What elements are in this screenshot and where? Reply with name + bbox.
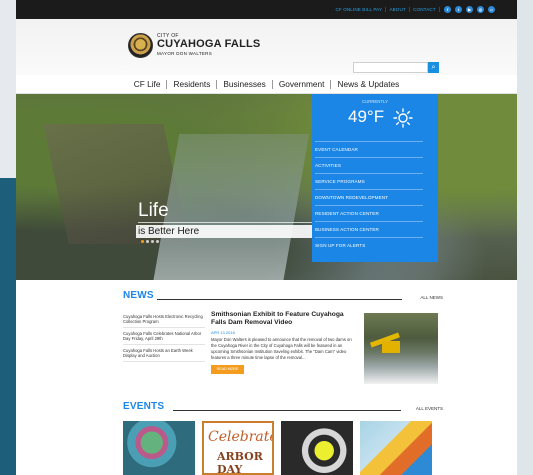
featured-news: Smithsonian Exhibit to Feature Cuyahoga … <box>211 311 356 374</box>
city-seal-icon <box>128 33 153 58</box>
nav-item-businesses[interactable]: Businesses <box>217 79 273 89</box>
logo-text: CITY OF CUYAHOGA FALLS MAYOR DON WALTERS <box>157 34 260 57</box>
featured-news-body: Mayor Don Walters is pleased to announce… <box>211 337 352 360</box>
slide-indicator <box>141 240 159 243</box>
youtube-icon[interactable]: ▶ <box>466 6 473 13</box>
news-item[interactable]: Cuyahoga Falls Hosts an Earth Week Displ… <box>123 345 205 362</box>
city-logo[interactable]: CITY OF CUYAHOGA FALLS MAYOR DON WALTERS <box>128 33 260 58</box>
main-nav: CF Life Residents Businesses Government … <box>16 75 517 94</box>
featured-news-image[interactable] <box>364 313 438 384</box>
featured-news-date: APR 13 2016 <box>211 330 235 335</box>
contact-link[interactable]: CONTACT <box>413 7 436 12</box>
weather-label: CURRENTLY <box>362 99 388 104</box>
separator: | <box>438 6 440 13</box>
news-item[interactable]: Cuyahoga Falls Celebrates National Arbor… <box>123 328 205 345</box>
twitter-icon[interactable]: t <box>455 6 462 13</box>
events-rule <box>173 410 401 411</box>
nav-item-residents[interactable]: Residents <box>167 79 218 89</box>
header: CITY OF CUYAHOGA FALLS MAYOR DON WALTERS… <box>16 19 517 75</box>
all-events-link[interactable]: ALL EVENTS <box>416 406 443 411</box>
hero-divider <box>138 222 322 223</box>
events-row: Celebrate ARBOR DAY <box>123 421 432 475</box>
news-list: Cuyahoga Falls Hosts Electronic Recyclin… <box>123 311 205 362</box>
hero-tagline: is Better Here <box>136 225 322 238</box>
event-thumbnail-arbor-day[interactable]: Celebrate ARBOR DAY <box>202 421 274 475</box>
page-side-right <box>517 0 533 475</box>
event-thumbnail[interactable] <box>123 421 195 475</box>
quick-link-sign-up-alerts[interactable]: SIGN UP FOR ALERTS <box>315 237 423 253</box>
about-link[interactable]: ABOUT <box>389 7 405 12</box>
sun-icon <box>393 108 413 128</box>
quick-links: EVENT CALENDAR ACTIVITIES SERVICE PROGRA… <box>312 141 438 253</box>
utility-bar: CF ONLINE BILL PAY | ABOUT | CONTACT | f… <box>16 0 517 19</box>
search-input[interactable] <box>353 62 428 73</box>
slide-dot[interactable] <box>151 240 154 243</box>
nav-item-government[interactable]: Government <box>273 79 332 89</box>
featured-news-title[interactable]: Smithsonian Exhibit to Feature Cuyahoga … <box>211 311 356 327</box>
search-icon[interactable]: ⌕ <box>428 62 439 73</box>
flickr-icon[interactable]: •• <box>488 6 495 13</box>
hero-headline: Life <box>138 200 169 221</box>
facebook-icon[interactable]: f <box>444 6 451 13</box>
slide-dot[interactable] <box>141 240 144 243</box>
event-thumbnail-softball[interactable] <box>281 421 353 475</box>
quick-link-business-action-center[interactable]: BUSINESS ACTION CENTER <box>315 221 423 237</box>
quick-link-activities[interactable]: ACTIVITIES <box>315 157 423 173</box>
news-item[interactable]: Cuyahoga Falls Hosts Electronic Recyclin… <box>123 311 205 328</box>
slide-dot[interactable] <box>146 240 149 243</box>
nav-item-news-updates[interactable]: News & Updates <box>331 79 405 89</box>
arbor-day-text: ARBOR DAY <box>217 450 263 475</box>
quick-link-event-calendar[interactable]: EVENT CALENDAR <box>315 141 423 157</box>
nav-item-cf-life[interactable]: CF Life <box>128 79 168 89</box>
instagram-icon[interactable]: ◎ <box>477 6 484 13</box>
online-bill-pay-link[interactable]: CF ONLINE BILL PAY <box>336 7 383 12</box>
events-title: EVENTS <box>123 401 165 412</box>
mayor-name: MAYOR DON WALTERS <box>157 51 213 57</box>
news-title: NEWS <box>123 290 154 301</box>
excavator-body <box>382 341 400 353</box>
weather-temperature: 49°F <box>348 107 385 126</box>
separator: | <box>408 6 411 13</box>
slide-dot[interactable] <box>156 240 159 243</box>
quick-link-downtown-redevelopment[interactable]: DOWNTOWN REDEVELOPMENT <box>315 189 423 205</box>
news-rule <box>157 299 402 300</box>
quick-link-service-programs[interactable]: SERVICE PROGRAMS <box>315 173 423 189</box>
event-thumbnail-kids-play[interactable] <box>360 421 432 475</box>
quick-link-resident-action-center[interactable]: RESIDENT ACTION CENTER <box>315 205 423 221</box>
separator: | <box>385 6 387 13</box>
read-more-button[interactable]: READ MORE <box>211 365 244 374</box>
page-side-left-accent <box>0 178 16 475</box>
all-news-link[interactable]: ALL NEWS <box>420 295 443 300</box>
arbor-script-text: Celebrate <box>208 429 274 445</box>
news-header: NEWS ALL NEWS <box>123 290 443 302</box>
quick-links-panel: CURRENTLY 49°F EVENT CALENDAR ACTIVITIES… <box>312 94 438 262</box>
hero-river <box>152 134 310 280</box>
city-name: CUYAHOGA FALLS <box>157 38 261 51</box>
hero-image <box>16 94 517 280</box>
events-header: EVENTS ALL EVENTS <box>123 401 443 413</box>
